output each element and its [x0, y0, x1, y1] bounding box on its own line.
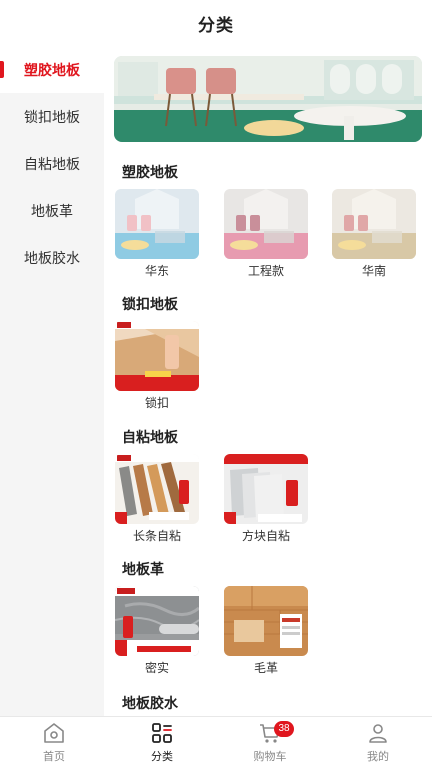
section-title: 地板革 — [122, 561, 164, 577]
product-tile-dense[interactable]: 密实 — [115, 586, 199, 676]
product-tile-square-self-adhesive[interactable]: 方块自粘 — [224, 454, 308, 544]
sidebar-item-floor-glue[interactable]: 地板胶水 — [0, 234, 104, 281]
sidebar-item-self-adhesive-floor[interactable]: 自粘地板 — [0, 140, 104, 187]
tab-label: 购物车 — [253, 751, 287, 763]
product-tile-felt[interactable]: 毛革 — [224, 586, 308, 676]
product-tile-strip-self-adhesive[interactable]: 长条自粘 — [115, 454, 199, 544]
tab-cart[interactable]: 38 购物车 — [216, 717, 324, 768]
page-title: 分类 — [198, 15, 234, 35]
product-label: 华南 — [361, 264, 386, 278]
tab-home[interactable]: 首页 — [0, 717, 108, 768]
sidebar-item-label: 地板胶水 — [24, 249, 80, 266]
product-thumbnail — [115, 586, 199, 656]
category-icon — [152, 723, 172, 743]
category-content: 塑胶地板 华东 工程款 华南 锁扣地板 锁扣 自粘地板 长条自粘 方块自粘 地板… — [104, 46, 432, 716]
banner-image[interactable] — [114, 56, 422, 142]
sidebar-item-label: 锁扣地板 — [24, 108, 80, 125]
section-title: 自粘地板 — [122, 429, 178, 445]
product-thumbnail — [224, 586, 308, 656]
product-thumbnail — [224, 189, 308, 259]
home-icon — [44, 723, 64, 743]
tab-label: 分类 — [151, 751, 173, 763]
section-title: 地板胶水 — [122, 695, 178, 711]
product-thumbnail — [332, 189, 416, 259]
product-thumbnail — [115, 454, 199, 524]
product-label: 锁扣 — [144, 396, 169, 410]
active-indicator — [0, 61, 4, 78]
section-title: 锁扣地板 — [122, 296, 178, 312]
product-thumbnail — [224, 454, 308, 524]
tab-label: 我的 — [367, 751, 389, 763]
product-tile-huanan[interactable]: 华南 — [332, 189, 416, 279]
page-header: 分类 — [0, 0, 432, 46]
bottom-tab-bar: 首页 分类 38 购物车 我的 — [0, 716, 432, 768]
tab-profile[interactable]: 我的 — [324, 717, 432, 768]
product-label: 华东 — [144, 264, 169, 278]
product-thumbnail — [115, 189, 199, 259]
product-tile-engineering[interactable]: 工程款 — [224, 189, 308, 279]
product-tile-lock[interactable]: 锁扣 — [115, 321, 199, 411]
sidebar-item-label: 自粘地板 — [24, 155, 80, 172]
tab-category[interactable]: 分类 — [108, 717, 216, 768]
sidebar-item-plastic-floor[interactable]: 塑胶地板 — [0, 46, 104, 93]
profile-icon — [369, 724, 387, 743]
product-label: 工程款 — [247, 264, 284, 278]
category-sidebar: 塑胶地板 锁扣地板 自粘地板 地板革 地板胶水 — [0, 46, 104, 716]
sidebar-item-label: 塑胶地板 — [24, 61, 80, 78]
tab-label: 首页 — [43, 751, 65, 763]
section-title: 塑胶地板 — [122, 164, 178, 180]
product-label: 长条自粘 — [132, 529, 181, 543]
product-label: 密实 — [144, 661, 169, 675]
sidebar-item-lock-floor[interactable]: 锁扣地板 — [0, 93, 104, 140]
cart-badge: 38 — [274, 721, 294, 737]
product-label: 毛革 — [253, 661, 278, 675]
sidebar-item-floor-leather[interactable]: 地板革 — [0, 187, 104, 234]
product-label: 方块自粘 — [241, 529, 290, 543]
product-thumbnail — [115, 321, 199, 391]
sidebar-item-label: 地板革 — [31, 202, 73, 219]
product-tile-huadong[interactable]: 华东 — [115, 189, 199, 279]
